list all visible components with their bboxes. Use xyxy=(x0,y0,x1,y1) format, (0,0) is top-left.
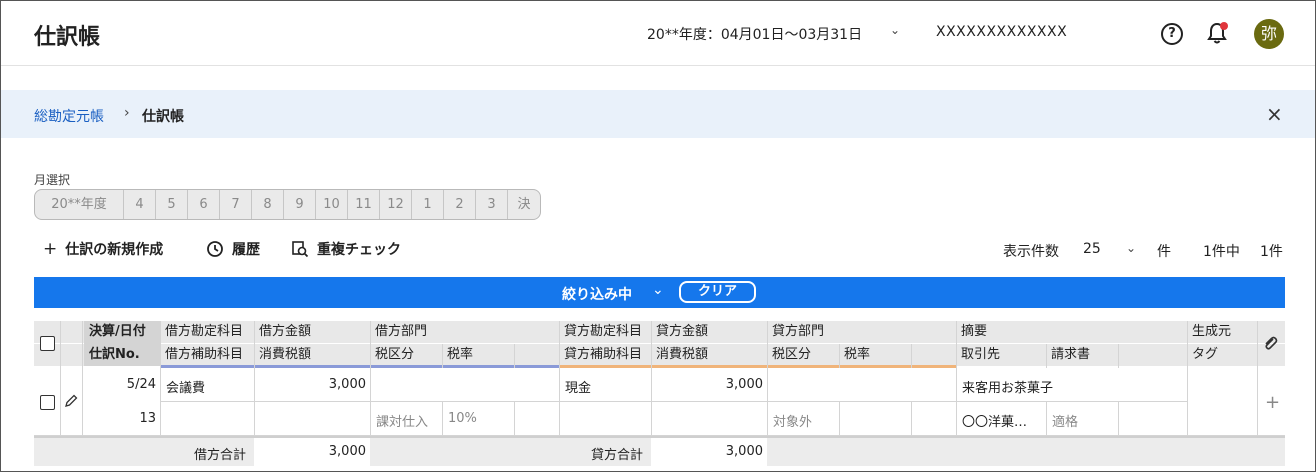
history-button[interactable]: 履歴 xyxy=(206,239,260,259)
chevron-down-icon[interactable]: ⌄ xyxy=(1126,241,1136,255)
month-option-closing[interactable]: 決 xyxy=(508,190,540,219)
table-row[interactable]: 5/24 13 会議費 3,000 課対仕入 10% 現金 3,000 対象外 … xyxy=(34,368,1285,436)
header-debit-amount[interactable]: 借方金額 xyxy=(254,321,311,343)
clear-filter-button[interactable]: クリア xyxy=(679,281,756,303)
header-credit-account[interactable]: 貸方勘定科目 xyxy=(559,321,642,343)
per-page-select[interactable]: 25 xyxy=(1083,241,1101,257)
month-option[interactable]: 10 xyxy=(316,190,348,219)
add-attachment-icon[interactable]: + xyxy=(1265,392,1280,413)
breadcrumb: 総勘定元帳 › 仕訳帳 × xyxy=(1,90,1315,138)
month-option[interactable]: 12 xyxy=(380,190,412,219)
top-bar: 仕訳帳 20**年度：04月01日〜03月31日 ⌄ XXXXXXXXXXXXX… xyxy=(1,1,1315,66)
header-date[interactable]: 決算/日付 xyxy=(84,321,146,343)
row-invoice[interactable]: 適格 xyxy=(1052,411,1078,430)
month-option[interactable]: 2 xyxy=(444,190,476,219)
month-option-year[interactable]: 20**年度 xyxy=(35,190,124,219)
header-memo[interactable]: 摘要 xyxy=(956,321,987,343)
new-entry-button[interactable]: + 仕訳の新規作成 xyxy=(43,239,163,259)
header-debit-tax-class[interactable]: 税区分 xyxy=(370,344,414,366)
header-source[interactable]: 生成元 xyxy=(1187,321,1231,343)
header-debit-dept[interactable]: 借方部門 xyxy=(370,321,427,343)
header-entry-no[interactable]: 仕訳No. xyxy=(84,344,140,366)
month-option[interactable]: 3 xyxy=(476,190,508,219)
totals-row: 借方合計 3,000 貸方合計 3,000 xyxy=(34,436,1285,468)
credit-total-value: 3,000 xyxy=(725,444,763,459)
edit-pencil-icon[interactable] xyxy=(64,394,78,408)
month-option[interactable]: 11 xyxy=(348,190,380,219)
per-page-label: 表示件数 xyxy=(1003,244,1059,260)
filter-bar[interactable]: 絞り込み中 ⌄ クリア xyxy=(34,277,1285,308)
history-icon xyxy=(207,241,223,257)
page-title: 仕訳帳 xyxy=(34,25,101,50)
month-option[interactable]: 8 xyxy=(252,190,284,219)
row-debit-account[interactable]: 会議費 xyxy=(166,377,205,396)
result-count-total: 1件 xyxy=(1260,244,1283,260)
row-date[interactable]: 5/24 xyxy=(84,377,156,392)
chevron-down-icon[interactable]: ⌄ xyxy=(890,23,900,37)
row-memo[interactable]: 来客用お茶菓子 xyxy=(962,377,1053,396)
month-option[interactable]: 6 xyxy=(188,190,220,219)
credit-total-label: 貸方合計 xyxy=(591,448,644,463)
header-credit-tax-class[interactable]: 税区分 xyxy=(767,344,811,366)
header-invoice[interactable]: 請求書 xyxy=(1046,344,1090,366)
row-checkbox[interactable] xyxy=(40,395,55,410)
row-credit-account[interactable]: 現金 xyxy=(565,377,591,396)
history-label: 履歴 xyxy=(232,242,260,258)
header-debit-tax-rate[interactable]: 税率 xyxy=(442,344,473,366)
fiscal-period-selector[interactable]: 20**年度：04月01日〜03月31日 xyxy=(647,24,862,44)
notification-dot xyxy=(1220,22,1228,30)
duplicate-search-icon xyxy=(292,241,309,258)
select-all-checkbox[interactable] xyxy=(40,336,55,351)
duplicate-check-button[interactable]: 重複チェック xyxy=(291,239,401,259)
month-option[interactable]: 4 xyxy=(124,190,156,219)
month-option[interactable]: 9 xyxy=(284,190,316,219)
header-debit-sub[interactable]: 借方補助科目 xyxy=(160,344,243,366)
new-entry-label: 仕訳の新規作成 xyxy=(65,242,164,258)
help-icon[interactable]: ? xyxy=(1161,23,1183,45)
filter-status-label: 絞り込み中 xyxy=(562,287,632,303)
close-icon[interactable]: × xyxy=(1266,102,1283,126)
header-credit-tax-rate[interactable]: 税率 xyxy=(839,344,870,366)
row-debit-tax-rate[interactable]: 10% xyxy=(448,411,477,426)
header-credit-dept[interactable]: 貸方部門 xyxy=(767,321,824,343)
month-option[interactable]: 5 xyxy=(156,190,188,219)
duplicate-check-label: 重複チェック xyxy=(317,242,401,258)
row-entry-no[interactable]: 13 xyxy=(84,411,156,426)
month-selector: 20**年度 4 5 6 7 8 9 10 11 12 1 2 3 決 xyxy=(34,189,541,220)
result-count: 1件中 xyxy=(1203,244,1240,260)
header-debit-account[interactable]: 借方勘定科目 xyxy=(160,321,243,343)
breadcrumb-parent-link[interactable]: 総勘定元帳 xyxy=(34,106,104,126)
app-window: 仕訳帳 20**年度：04月01日〜03月31日 ⌄ XXXXXXXXXXXXX… xyxy=(0,0,1316,472)
breadcrumb-current: 仕訳帳 xyxy=(142,109,184,125)
row-debit-tax-class[interactable]: 課対仕入 xyxy=(376,411,428,430)
row-credit-amount[interactable]: 3,000 xyxy=(655,377,763,392)
double-chevron-down-icon[interactable]: ⌄ xyxy=(652,282,664,298)
paperclip-icon[interactable] xyxy=(1262,335,1278,351)
month-option[interactable]: 7 xyxy=(220,190,252,219)
header-credit-sub[interactable]: 貸方補助科目 xyxy=(559,344,642,366)
month-selector-label: 月選択 xyxy=(34,173,71,187)
debit-total-label: 借方合計 xyxy=(194,448,247,463)
company-name[interactable]: XXXXXXXXXXXXX xyxy=(936,24,1067,40)
month-option[interactable]: 1 xyxy=(412,190,444,219)
avatar[interactable]: 弥 xyxy=(1254,19,1284,49)
plus-icon: + xyxy=(43,239,58,259)
breadcrumb-separator: › xyxy=(124,105,130,121)
header-credit-tax[interactable]: 消費税額 xyxy=(651,344,708,366)
row-credit-tax-class[interactable]: 対象外 xyxy=(773,411,812,430)
header-debit-tax[interactable]: 消費税額 xyxy=(254,344,311,366)
header-credit-amount[interactable]: 貸方金額 xyxy=(651,321,708,343)
per-page-unit: 件 xyxy=(1157,244,1171,260)
header-partner[interactable]: 取引先 xyxy=(956,344,1000,366)
row-partner[interactable]: 〇〇洋菓… xyxy=(962,411,1042,430)
row-debit-amount[interactable]: 3,000 xyxy=(258,377,366,392)
debit-total-value: 3,000 xyxy=(328,444,366,459)
header-tag[interactable]: タグ xyxy=(1187,344,1218,366)
